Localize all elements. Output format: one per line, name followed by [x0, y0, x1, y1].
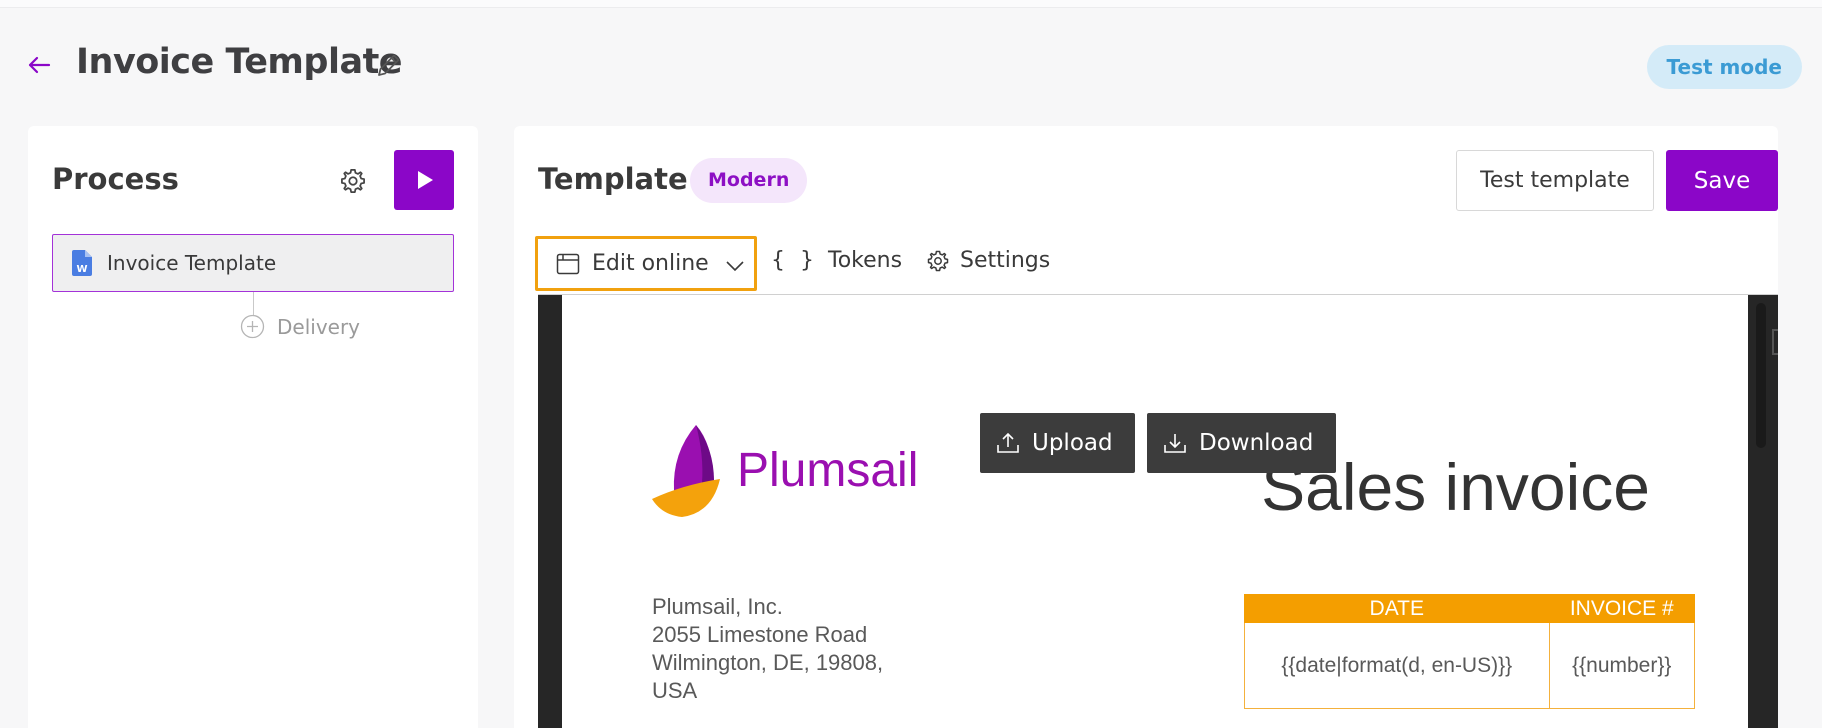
tab-settings-label: Settings: [960, 248, 1051, 273]
document-scrollbar[interactable]: [1756, 303, 1766, 448]
upload-button[interactable]: Upload: [980, 413, 1135, 473]
test-mode-badge[interactable]: Test mode: [1646, 45, 1802, 89]
process-title: Process: [52, 162, 179, 196]
test-template-button[interactable]: Test template: [1456, 150, 1654, 211]
tab-tokens-label: Tokens: [828, 248, 903, 273]
table-cell-date: {{date|format(d, en-US)}}: [1244, 622, 1550, 709]
download-label: Download: [1199, 430, 1314, 456]
window-icon: [556, 253, 580, 274]
process-item-invoice-template[interactable]: W Invoice Template: [52, 234, 454, 292]
play-icon: [418, 171, 433, 189]
page-title: Invoice Template: [76, 42, 403, 82]
pencil-icon[interactable]: [374, 50, 404, 80]
save-button[interactable]: Save: [1666, 150, 1778, 211]
connector-line: [253, 292, 254, 316]
invoice-info-table: DATE INVOICE # {{date|format(d, en-US)}}…: [1244, 594, 1696, 709]
delivery-label: Delivery: [277, 314, 361, 339]
scroll-corner: [1772, 329, 1778, 355]
address-line: Plumsail, Inc.: [652, 594, 783, 619]
upload-icon: [997, 432, 1019, 453]
svg-text:Plumsail: Plumsail: [737, 444, 918, 497]
template-panel: Template Modern Test template Save Edit …: [514, 126, 1778, 728]
tab-tokens[interactable]: { } Tokens: [771, 248, 902, 273]
chevron-down-icon[interactable]: [724, 255, 746, 277]
address-line: 2055 Limestone Road: [652, 622, 868, 647]
gear-icon[interactable]: [339, 167, 367, 195]
svg-text:W: W: [76, 264, 87, 275]
tab-settings[interactable]: Settings: [926, 248, 1050, 273]
plumsail-logo: Plumsail: [652, 425, 918, 517]
braces-icon: { }: [771, 248, 818, 273]
process-item-label: Invoice Template: [107, 251, 277, 275]
download-button[interactable]: Download: [1147, 413, 1336, 473]
address-line: Wilmington, DE, 19808,: [652, 650, 884, 675]
process-panel: Process W Invoice Template Delivery: [28, 126, 478, 728]
word-doc-icon: W: [72, 250, 92, 276]
template-title: Template: [538, 162, 688, 196]
document-preview[interactable]: Plumsail Sales invoice Upload Download P…: [538, 294, 1778, 728]
top-bar: [0, 0, 1822, 8]
add-delivery-button[interactable]: Delivery: [240, 314, 360, 339]
tab-edit-online-label: Edit online: [592, 251, 709, 276]
gear-icon: [927, 250, 949, 271]
tab-edit-online[interactable]: Edit online: [535, 236, 757, 291]
run-process-button[interactable]: [394, 150, 454, 210]
plus-circle-icon: [240, 314, 265, 339]
document-page[interactable]: Plumsail Sales invoice Upload Download P…: [562, 295, 1748, 728]
download-icon: [1164, 434, 1186, 453]
back-arrow-icon[interactable]: [24, 50, 54, 80]
table-header-invoice: INVOICE #: [1548, 594, 1696, 623]
company-address: Plumsail, Inc. 2055 Limestone Road Wilmi…: [652, 593, 883, 705]
table-header-date: DATE: [1244, 594, 1550, 623]
table-cell-number: {{number}}: [1548, 622, 1696, 709]
address-line: USA: [652, 678, 698, 703]
upload-label: Upload: [1032, 430, 1113, 456]
template-style-badge: Modern: [690, 158, 808, 203]
